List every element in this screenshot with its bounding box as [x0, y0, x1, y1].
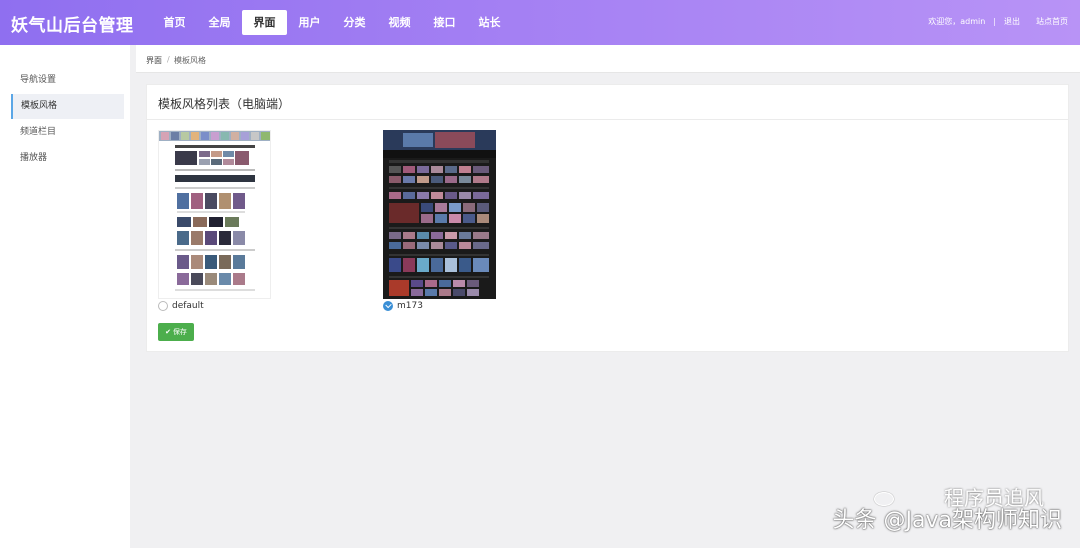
breadcrumb: 界面 / 模板风格: [136, 45, 1080, 73]
radio-m173[interactable]: [383, 301, 393, 311]
watermark-text: 头条 @Java架构师知识: [832, 508, 1062, 533]
default-preview-image: [159, 131, 270, 291]
nav-interface[interactable]: 界面: [242, 10, 287, 35]
brand-title: 妖气山后台管理: [11, 16, 134, 36]
main-nav: 首页 全局 界面 用户 分类 视频 接口 站长: [152, 10, 512, 35]
nav-videos[interactable]: 视频: [377, 10, 422, 35]
sidebar-item-channels[interactable]: 频道栏目: [11, 120, 124, 145]
sidebar-item-nav-settings[interactable]: 导航设置: [11, 68, 124, 93]
template-name-default: default: [172, 301, 204, 311]
nav-webmaster[interactable]: 站长: [467, 10, 512, 35]
nav-api[interactable]: 接口: [422, 10, 467, 35]
divider: [147, 119, 1068, 120]
top-bar: 妖气山后台管理 首页 全局 界面 用户 分类 视频 接口 站长 欢迎您，admi…: [0, 0, 1080, 45]
logout-link[interactable]: 退出: [1004, 16, 1020, 27]
breadcrumb-current: 模板风格: [174, 56, 206, 65]
sidebar-item-player[interactable]: 播放器: [11, 146, 124, 171]
template-name-m173: m173: [397, 301, 423, 311]
nav-users[interactable]: 用户: [287, 10, 332, 35]
template-option-default[interactable]: default: [158, 301, 204, 311]
sidebar-item-template-style[interactable]: 模板风格: [11, 94, 124, 119]
user-menu: 欢迎您，admin | 退出 站点首页: [928, 16, 1068, 27]
sidebar: 导航设置 模板风格 频道栏目 播放器: [0, 45, 130, 548]
template-option-m173[interactable]: m173: [383, 301, 423, 311]
welcome-text: 欢迎您，admin: [928, 17, 986, 26]
save-button-label: 保存: [172, 328, 187, 336]
breadcrumb-divider: /: [167, 55, 170, 64]
save-button[interactable]: ✔ 保存: [158, 323, 194, 341]
radio-default[interactable]: [158, 301, 168, 311]
nav-categories[interactable]: 分类: [332, 10, 377, 35]
breadcrumb-root[interactable]: 界面: [146, 55, 162, 66]
nav-global[interactable]: 全局: [197, 10, 242, 35]
nav-home[interactable]: 首页: [152, 10, 197, 35]
separator: |: [993, 17, 996, 26]
panel-title: 模板风格列表（电脑端）: [158, 97, 291, 111]
template-panel: 模板风格列表（电脑端） default m173 ✔ 保存: [146, 84, 1069, 352]
check-icon: ✔: [165, 328, 171, 336]
template-thumbnail-default[interactable]: [158, 130, 271, 299]
m173-preview-image: [383, 130, 496, 296]
site-home-link[interactable]: 站点首页: [1036, 16, 1068, 27]
template-thumbnail-m173[interactable]: [383, 130, 496, 299]
